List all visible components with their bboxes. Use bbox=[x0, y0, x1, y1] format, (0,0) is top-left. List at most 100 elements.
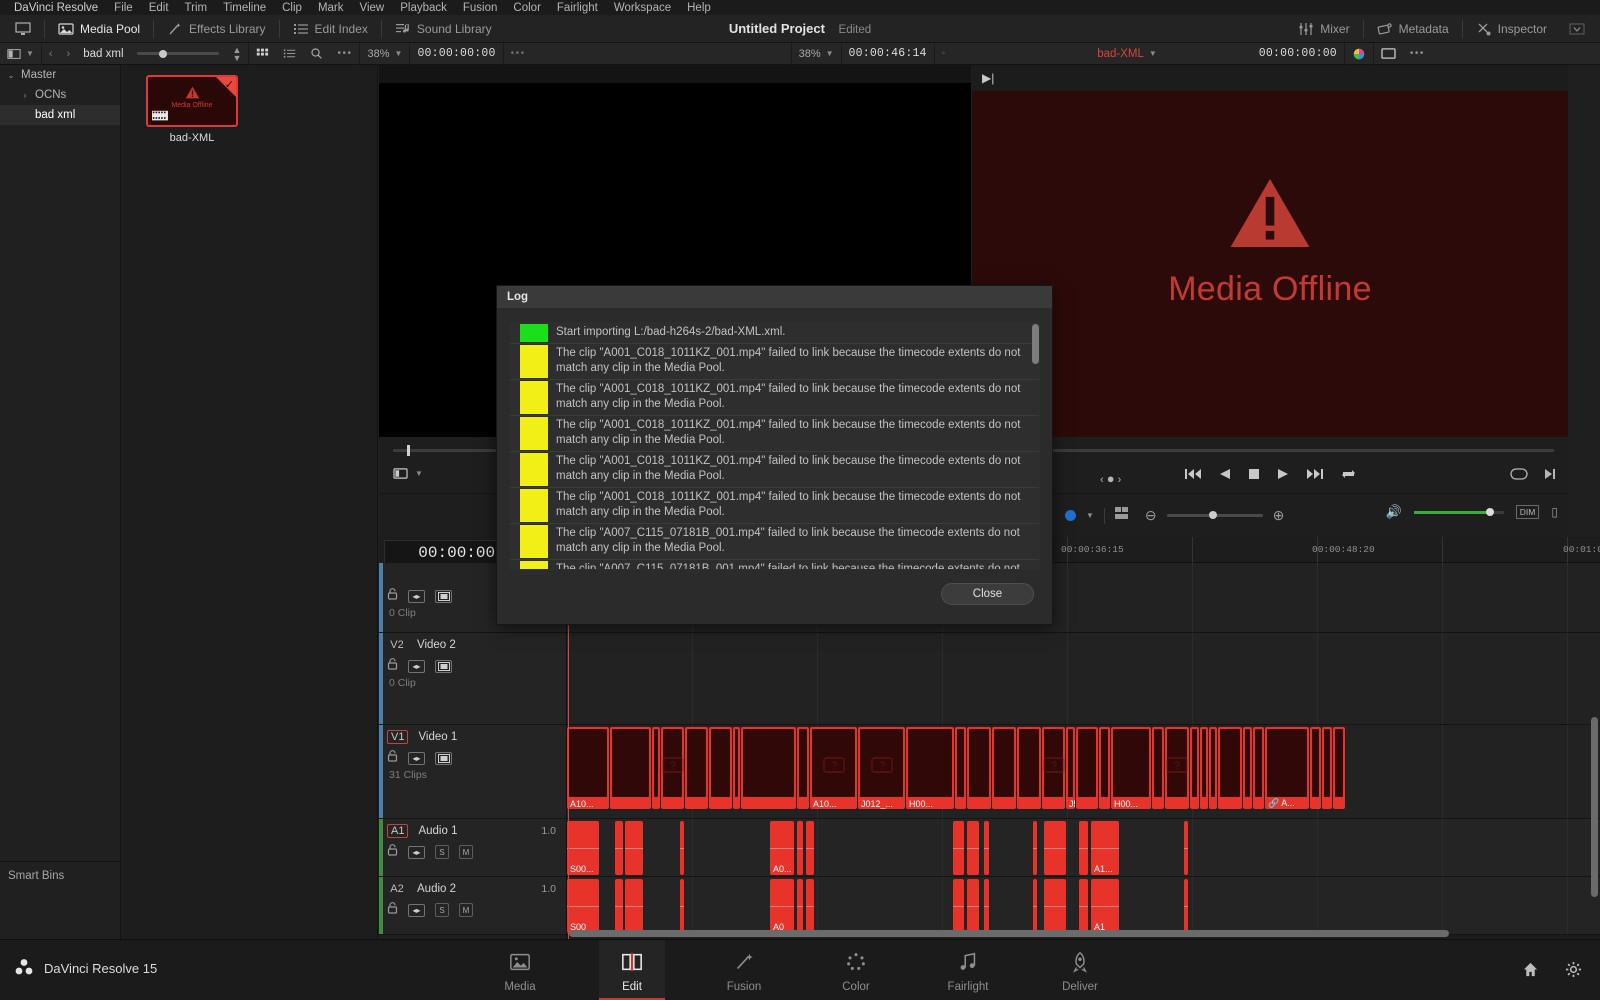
timeline-clip[interactable] bbox=[992, 727, 1016, 809]
mixer-button[interactable]: Mixer bbox=[1287, 15, 1360, 43]
zoom-out-icon[interactable]: ⊖ bbox=[1145, 507, 1157, 524]
timeline-clip[interactable]: ? A10... bbox=[810, 727, 857, 809]
menu-item-davinci-resolve[interactable]: DaVinci Resolve bbox=[6, 2, 106, 14]
timeline-audio-clip[interactable]: A0... bbox=[770, 821, 794, 875]
timeline-clip[interactable]: A10... bbox=[567, 727, 609, 809]
timeline-audio-clip[interactable]: A1 bbox=[1091, 879, 1119, 933]
timeline-vertical-scrollbar[interactable] bbox=[1591, 717, 1598, 897]
clip-thumbnail[interactable]: ✓ Media Offline bbox=[146, 75, 238, 127]
timeline-audio-clip[interactable] bbox=[625, 821, 643, 875]
menu-item-edit[interactable]: Edit bbox=[141, 2, 177, 14]
timeline-clip[interactable] bbox=[1253, 727, 1264, 809]
play-button[interactable] bbox=[1277, 467, 1289, 485]
timeline-audio-clip[interactable] bbox=[615, 821, 623, 875]
thumbnail-size-slider[interactable] bbox=[130, 43, 226, 65]
timeline-audio-clip[interactable] bbox=[680, 821, 684, 875]
log-entry[interactable]: Start importing L:/bad-h264s-2/bad-XML.x… bbox=[510, 323, 1039, 344]
timeline-audio-clip[interactable] bbox=[797, 879, 803, 933]
bin-forward-button[interactable]: › bbox=[60, 43, 78, 65]
timeline-clip[interactable]: ? J012_... bbox=[858, 727, 905, 809]
timeline-audio-clip[interactable] bbox=[625, 879, 643, 933]
log-entry[interactable]: The clip "A001_C018_1011KZ_001.mp4" fail… bbox=[510, 452, 1039, 488]
track-gain-value[interactable]: 1.0 bbox=[541, 825, 556, 837]
timeline-audio-clip[interactable]: S00 bbox=[567, 879, 599, 933]
timeline-options-button[interactable]: ••• bbox=[1403, 43, 1432, 65]
timeline-clip[interactable] bbox=[955, 727, 966, 809]
log-entry-list[interactable]: Start importing L:/bad-h264s-2/bad-XML.x… bbox=[509, 322, 1040, 570]
track-gain-value[interactable]: 1.0 bbox=[541, 883, 556, 895]
edit-index-button[interactable]: Edit Index bbox=[282, 15, 379, 43]
mute-button[interactable]: M bbox=[459, 845, 473, 859]
timeline-scrubber[interactable] bbox=[986, 449, 1554, 452]
bin-back-button[interactable]: ‹ bbox=[42, 43, 60, 65]
log-entry[interactable]: The clip "A007_C115_07181B_001.mp4" fail… bbox=[510, 524, 1039, 560]
search-button[interactable] bbox=[303, 43, 330, 65]
timeline-audio-clip[interactable] bbox=[1033, 821, 1037, 875]
source-viewer-mode[interactable]: ▼ bbox=[393, 467, 423, 480]
source-timecode[interactable]: 00:00:00:00 bbox=[410, 43, 502, 65]
chevron-right-icon[interactable]: › bbox=[20, 91, 30, 100]
menu-item-fusion[interactable]: Fusion bbox=[455, 2, 506, 14]
timeline-viewer[interactable]: ▶| Media Offline bbox=[972, 65, 1568, 437]
timeline-clip[interactable] bbox=[1076, 727, 1098, 809]
track-lane-v1[interactable]: A10...?? A10...? J012_... H00...? J5... H00..… bbox=[567, 725, 1600, 819]
timeline-clip[interactable] bbox=[1243, 727, 1252, 809]
smart-bins-section[interactable]: Smart Bins bbox=[0, 861, 120, 939]
timeline-clip[interactable] bbox=[1310, 727, 1321, 809]
timeline-timecode[interactable]: 00:00:00:00 bbox=[1252, 43, 1344, 65]
record-options-button[interactable]: ◦ bbox=[935, 43, 953, 65]
timeline-audio-clip[interactable] bbox=[984, 821, 989, 875]
timeline-audio-clip[interactable] bbox=[1044, 879, 1066, 933]
timeline-audio-clip[interactable]: A1... bbox=[1091, 821, 1119, 875]
track-id-badge-v2[interactable]: V2 bbox=[387, 639, 407, 651]
menu-item-color[interactable]: Color bbox=[505, 2, 548, 14]
timeline-clip[interactable]: H00... bbox=[906, 727, 954, 809]
track-lane-a2[interactable]: S00 A0 A1 bbox=[567, 877, 1600, 935]
timeline-horizontal-scrollbar[interactable] bbox=[569, 930, 1449, 937]
menu-item-file[interactable]: File bbox=[106, 2, 141, 14]
log-entry[interactable]: The clip "A001_C018_1011KZ_001.mp4" fail… bbox=[510, 380, 1039, 416]
page-tab-deliver[interactable]: Deliver bbox=[1047, 940, 1113, 1000]
track-lane-v2[interactable] bbox=[567, 633, 1600, 725]
timeline-clip[interactable]: ? bbox=[661, 727, 684, 809]
lock-icon[interactable] bbox=[387, 657, 398, 675]
timeline-clip[interactable] bbox=[1200, 727, 1208, 809]
timeline-clip[interactable] bbox=[709, 727, 732, 809]
zoom-in-icon[interactable]: ⊕ bbox=[1273, 507, 1285, 524]
thumbnail-view-button[interactable] bbox=[249, 43, 276, 65]
timeline-clip[interactable] bbox=[741, 727, 796, 809]
log-scrollbar[interactable] bbox=[1032, 324, 1039, 364]
solo-button[interactable]: S bbox=[435, 845, 449, 859]
track-lane-a1[interactable]: S00... A0... A1... bbox=[567, 819, 1600, 877]
menu-item-view[interactable]: View bbox=[352, 2, 393, 14]
video-enable-icon[interactable] bbox=[435, 659, 452, 673]
timeline-audio-clip[interactable] bbox=[984, 879, 989, 933]
scrubber-playhead[interactable] bbox=[407, 445, 410, 456]
bin-item-bad-xml[interactable]: bad xml bbox=[0, 105, 120, 125]
close-button[interactable]: Close bbox=[941, 583, 1034, 605]
timeline-audio-clip[interactable] bbox=[1033, 879, 1037, 933]
play-reverse-button[interactable] bbox=[1219, 467, 1230, 485]
auto-select-icon[interactable]: ◂▸ bbox=[408, 589, 425, 603]
home-icon[interactable] bbox=[1522, 961, 1539, 983]
timeline-audio-clip[interactable] bbox=[806, 879, 814, 933]
timeline-audio-clip[interactable] bbox=[615, 879, 623, 933]
log-entry[interactable]: The clip "A001_C018_1011KZ_001.mp4" fail… bbox=[510, 416, 1039, 452]
marker-color-swatch[interactable] bbox=[1065, 510, 1076, 521]
sort-order-button[interactable]: ▲ ▼ bbox=[226, 43, 249, 65]
timeline-audio-clip[interactable] bbox=[1184, 821, 1188, 875]
view-mode-button[interactable]: ▼ bbox=[0, 43, 41, 65]
dim-button[interactable]: DIM bbox=[1515, 505, 1540, 519]
timeline-audio-clip[interactable]: A0 bbox=[770, 879, 794, 933]
inspector-button[interactable]: Inspector bbox=[1465, 15, 1558, 43]
record-zoom-value[interactable]: 38% ▼ bbox=[792, 43, 841, 65]
source-zoom-value[interactable]: 38% ▼ bbox=[360, 43, 409, 65]
speaker-icon[interactable]: 🔊 bbox=[1386, 504, 1402, 520]
jump-to-start-button[interactable] bbox=[1184, 467, 1201, 485]
lock-icon[interactable] bbox=[387, 587, 398, 605]
next-edit-button[interactable] bbox=[1544, 467, 1556, 485]
chevron-down-icon[interactable]: ⌄ bbox=[6, 71, 16, 80]
chevron-down-icon[interactable]: ▼ bbox=[1086, 511, 1094, 520]
bin-item-master[interactable]: ⌄ Master bbox=[0, 65, 120, 85]
track-id-badge-a1[interactable]: A1 bbox=[387, 824, 409, 838]
